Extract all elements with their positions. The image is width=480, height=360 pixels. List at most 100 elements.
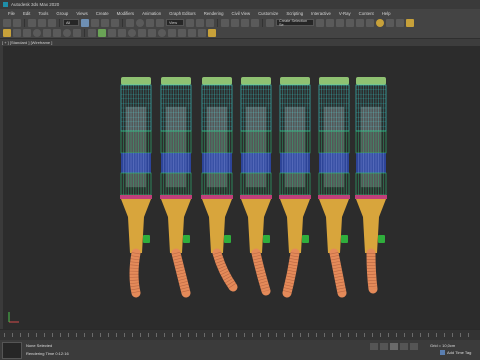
- select-by-name-icon[interactable]: [91, 18, 99, 27]
- align-icon[interactable]: [326, 18, 334, 27]
- menu-create[interactable]: Create: [92, 11, 113, 16]
- vray-frame-buffer-icon[interactable]: [88, 29, 96, 37]
- menu-edit[interactable]: Edit: [19, 11, 34, 16]
- menu-scripting[interactable]: Scripting: [282, 11, 307, 16]
- vray-mesh-export-icon[interactable]: [188, 29, 196, 37]
- box-icon[interactable]: [43, 29, 51, 37]
- vray-sun-icon[interactable]: [108, 29, 116, 37]
- vray-light-icon[interactable]: [98, 29, 106, 37]
- menu-group[interactable]: Group: [52, 11, 72, 16]
- unlink-icon[interactable]: [38, 18, 46, 27]
- object-connector: [280, 199, 310, 253]
- object-connector: [202, 199, 232, 253]
- previous-frame-icon[interactable]: [380, 343, 388, 350]
- spinner-snap-icon[interactable]: [251, 18, 259, 27]
- play-icon[interactable]: [390, 343, 398, 350]
- toggle-scene-explorer-icon[interactable]: [336, 18, 344, 27]
- vray-scene-icon[interactable]: [198, 29, 206, 37]
- percent-snap-icon[interactable]: [241, 18, 249, 27]
- time-trackbar[interactable]: [0, 330, 480, 340]
- curve-editor-icon[interactable]: [356, 18, 364, 27]
- move-icon[interactable]: [126, 18, 134, 27]
- render-production-icon[interactable]: [406, 18, 414, 27]
- window-title: Autodesk 3ds Max 2020: [11, 2, 60, 7]
- vray-plane-icon[interactable]: [168, 29, 176, 37]
- torus-icon[interactable]: [63, 29, 71, 37]
- menu-file[interactable]: File: [4, 11, 19, 16]
- reference-coordinate-dropdown[interactable]: View: [166, 19, 184, 26]
- menu-v-ray[interactable]: V-Ray: [335, 11, 355, 16]
- next-frame-icon[interactable]: [400, 343, 408, 350]
- secondary-toolbar: [0, 28, 480, 39]
- vray-proxy-icon[interactable]: [138, 29, 146, 37]
- undo-icon[interactable]: [3, 18, 11, 27]
- link-icon[interactable]: [28, 18, 36, 27]
- redo-icon[interactable]: [13, 18, 21, 27]
- object-paint-icon[interactable]: [3, 29, 11, 37]
- main-toolbar: All View Create Selection Se: [0, 17, 480, 28]
- toggle-layer-explorer-icon[interactable]: [346, 18, 354, 27]
- keyboard-shortcut-override-icon[interactable]: [206, 18, 214, 27]
- menu-views[interactable]: Views: [72, 11, 91, 16]
- add-time-tag-button[interactable]: Add Time Tag: [440, 350, 471, 355]
- placement-icon[interactable]: [156, 18, 164, 27]
- rotate-icon[interactable]: [136, 18, 144, 27]
- title-bar: Autodesk 3ds Max 2020: [0, 0, 480, 9]
- object-pink-band: [279, 195, 311, 199]
- menu-modifiers[interactable]: Modifiers: [113, 11, 138, 16]
- mirror-icon[interactable]: [316, 18, 324, 27]
- object-cap: [202, 77, 232, 85]
- cylinder-icon[interactable]: [53, 29, 61, 37]
- menu-civil-view[interactable]: Civil View: [228, 11, 255, 16]
- menu-tools[interactable]: Tools: [34, 11, 52, 16]
- object-knob: [143, 235, 150, 243]
- menu-help[interactable]: Help: [378, 11, 395, 16]
- vray-dome-icon[interactable]: [118, 29, 126, 37]
- scene-canvas[interactable]: [3, 46, 480, 329]
- menu-content[interactable]: Content: [355, 11, 378, 16]
- menu-interactive[interactable]: Interactive: [307, 11, 335, 16]
- select-manipulate-icon[interactable]: [196, 18, 204, 27]
- menu-customize[interactable]: Customize: [254, 11, 282, 16]
- select-object-icon[interactable]: [81, 18, 89, 27]
- go-to-start-icon[interactable]: [370, 343, 378, 350]
- maxscript-listener[interactable]: [2, 342, 22, 359]
- vray-fur-icon[interactable]: [148, 29, 156, 37]
- menu-rendering[interactable]: Rendering: [200, 11, 228, 16]
- menu-graph-editors[interactable]: Graph Editors: [165, 11, 200, 16]
- menu-bar: File Edit Tools Group Views Create Modifiers An…: [0, 9, 480, 17]
- object-tube: [129, 248, 141, 298]
- named-selection-dropdown[interactable]: Create Selection Se: [276, 19, 314, 27]
- rendered-frame-window-icon[interactable]: [396, 18, 404, 27]
- vray-sphere-icon[interactable]: [158, 29, 166, 37]
- teapot-icon[interactable]: [73, 29, 81, 37]
- bind-space-warp-icon[interactable]: [48, 18, 56, 27]
- pivot-center-icon[interactable]: [186, 18, 194, 27]
- object-pink-band: [120, 195, 152, 199]
- go-to-end-icon[interactable]: [410, 343, 418, 350]
- populate-icon[interactable]: [23, 29, 31, 37]
- object-knob: [302, 235, 309, 243]
- object-knob: [378, 235, 385, 243]
- window-crossing-icon[interactable]: [111, 18, 119, 27]
- vray-settings-icon[interactable]: [208, 29, 216, 37]
- object-cap: [280, 77, 310, 85]
- vray-ies-icon[interactable]: [128, 29, 136, 37]
- selection-filter-dropdown[interactable]: All: [63, 19, 79, 26]
- sphere-icon[interactable]: [33, 29, 41, 37]
- edit-named-selection-icon[interactable]: [266, 18, 274, 27]
- viewport-label[interactable]: [ + ] [Standard ] [Wireframe ]: [2, 40, 52, 45]
- render-setup-icon[interactable]: [386, 18, 394, 27]
- scale-icon[interactable]: [146, 18, 154, 27]
- object-knob: [341, 235, 348, 243]
- snaps-toggle-icon[interactable]: [221, 18, 229, 27]
- rectangular-selection-icon[interactable]: [101, 18, 109, 27]
- app-logo-icon: [3, 2, 8, 7]
- schematic-view-icon[interactable]: [366, 18, 374, 27]
- perspective-viewport[interactable]: [3, 46, 480, 329]
- brush-icon[interactable]: [13, 29, 21, 37]
- menu-animation[interactable]: Animation: [138, 11, 165, 16]
- angle-snap-icon[interactable]: [231, 18, 239, 27]
- vray-camera-icon[interactable]: [178, 29, 186, 37]
- material-editor-icon[interactable]: [376, 18, 384, 27]
